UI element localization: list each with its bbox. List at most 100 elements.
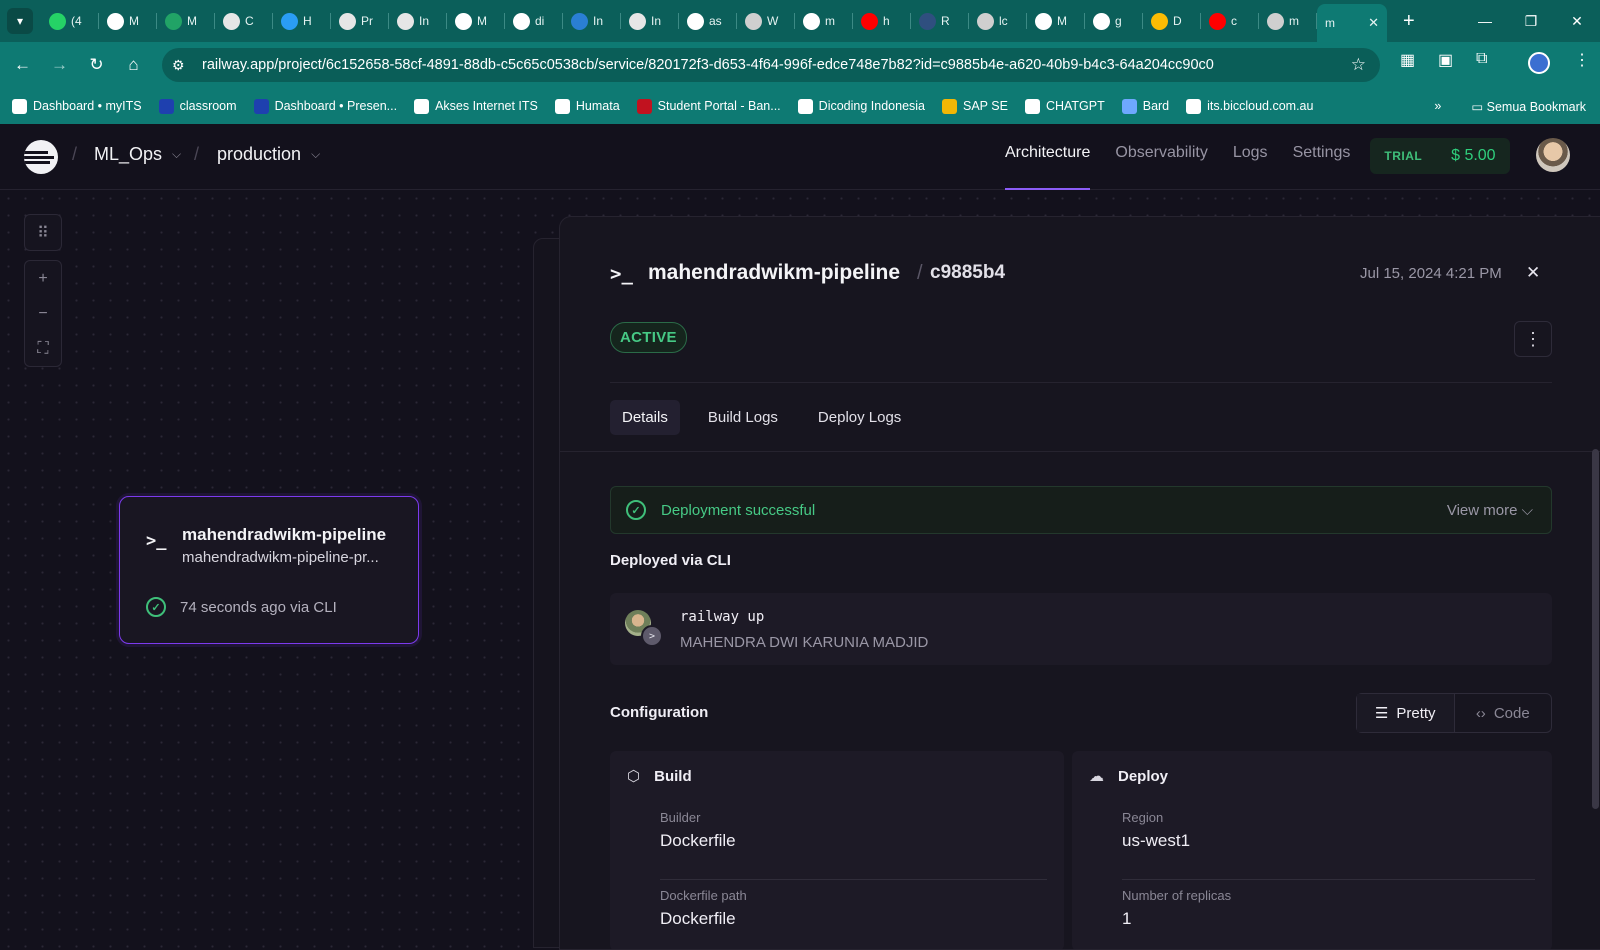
nav-architecture[interactable]: Architecture	[1005, 144, 1091, 190]
tab-details[interactable]: Details	[610, 400, 680, 435]
bookmark-item[interactable]: Student Portal - Ban...	[636, 98, 781, 114]
browser-tab[interactable]: M	[99, 0, 157, 42]
browser-tab[interactable]: (4	[41, 0, 99, 42]
browser-tab[interactable]: m	[795, 0, 853, 42]
browser-tab[interactable]: H	[273, 0, 331, 42]
tab-label: as	[709, 14, 722, 28]
browser-tab[interactable]: In	[389, 0, 447, 42]
project-selector[interactable]: ML_Ops ⌵	[94, 144, 181, 165]
all-bookmarks-label: Semua Bookmark	[1486, 99, 1586, 114]
nav-observability[interactable]: Observability	[1115, 144, 1207, 162]
browser-tab[interactable]: M	[1027, 0, 1085, 42]
more-options-icon[interactable]: ⋮	[1514, 321, 1552, 357]
deployment-status-message: Deployment successful	[661, 501, 816, 519]
minimize-icon[interactable]: —	[1462, 13, 1508, 29]
bookmark-item[interactable]: SAP SE	[942, 98, 1008, 114]
environment-selector[interactable]: production ⌵	[217, 144, 320, 165]
deployment-status-banner: ✓ Deployment successful View more ⌵	[610, 486, 1552, 534]
tab-search-button[interactable]: ▾	[7, 8, 33, 34]
bookmark-item[interactable]: classroom	[158, 98, 237, 114]
pretty-label: Pretty	[1396, 704, 1436, 722]
deploy-source-card: > railway up MAHENDRA DWI KARUNIA MADJID	[610, 593, 1552, 665]
browser-profile-avatar[interactable]	[1528, 52, 1550, 74]
zoom-in-icon[interactable]: +	[38, 261, 47, 296]
deploy-author: MAHENDRA DWI KARUNIA MADJID	[680, 634, 929, 651]
code-view-button[interactable]: ‹› Code	[1455, 694, 1552, 732]
forward-icon[interactable]: →	[41, 55, 78, 75]
close-window-icon[interactable]: ✕	[1554, 13, 1600, 30]
extension-icon[interactable]: ▦	[1400, 50, 1415, 70]
browser-tab[interactable]: lc	[969, 0, 1027, 42]
grid-menu-icon[interactable]: ⠿	[37, 215, 49, 250]
bookmark-item[interactable]: Dashboard • Presen...	[253, 98, 397, 114]
browser-tab[interactable]: W	[737, 0, 795, 42]
tab-build-logs[interactable]: Build Logs	[696, 400, 790, 435]
home-icon[interactable]: ⌂	[115, 55, 152, 75]
browser-tab[interactable]: M	[157, 0, 215, 42]
bookmark-item[interactable]: Akses Internet ITS	[414, 98, 538, 114]
browser-tab[interactable]: D	[1143, 0, 1201, 42]
trial-credit-badge[interactable]: TRIAL $ 5.00	[1370, 138, 1510, 174]
user-avatar[interactable]	[1536, 138, 1570, 172]
site-info-icon[interactable]: ⚙	[172, 57, 190, 74]
breadcrumb-separator: /	[194, 144, 200, 164]
translate-icon[interactable]: ▣	[1438, 50, 1453, 70]
browser-tab[interactable]: R	[911, 0, 969, 42]
canvas-menu: ⠿	[24, 214, 62, 251]
browser-tab[interactable]: as	[679, 0, 737, 42]
bookmark-label: SAP SE	[963, 99, 1008, 113]
address-bar[interactable]: ⚙ railway.app/project/6c152658-58cf-4891…	[162, 48, 1380, 82]
bookmark-item[interactable]: Bard	[1121, 98, 1169, 114]
replicas-label: Number of replicas	[1122, 888, 1232, 903]
back-icon[interactable]: ←	[4, 55, 41, 75]
new-tab-button[interactable]: +	[1403, 10, 1415, 33]
bookmark-item[interactable]: Dicoding Indonesia	[797, 98, 925, 114]
chrome-menu-icon[interactable]: ⋮	[1574, 50, 1590, 70]
railway-logo-icon[interactable]	[24, 140, 58, 174]
fit-view-icon[interactable]: ⛶	[37, 331, 48, 366]
close-icon[interactable]: ✕	[1526, 263, 1540, 283]
browser-tab[interactable]: h	[853, 0, 911, 42]
url-text[interactable]: railway.app/project/6c152658-58cf-4891-8…	[202, 57, 1214, 73]
tab-label: g	[1115, 14, 1122, 28]
bookmark-item[interactable]: CHATGPT	[1024, 98, 1105, 114]
browser-tab-strip: ▾ (4 M M C H Pr In Mdi In In as Wm h Rlc Mg Dc m m ✕ + — ❐…	[0, 0, 1600, 42]
bookmark-item[interactable]: Dashboard • myITS	[12, 98, 142, 114]
tab-deploy-logs[interactable]: Deploy Logs	[806, 400, 913, 435]
bookmark-item[interactable]: its.biccloud.com.au	[1186, 98, 1313, 114]
puzzle-icon[interactable]: ⧉	[1476, 50, 1487, 68]
panel-scrollbar[interactable]	[1590, 449, 1600, 819]
credit-amount: $ 5.00	[1451, 147, 1496, 164]
browser-tab[interactable]: In	[563, 0, 621, 42]
all-bookmarks-folder[interactable]: ▭ Semua Bookmark	[1471, 99, 1586, 114]
view-more-label: View more	[1446, 501, 1518, 519]
zoom-out-icon[interactable]: −	[38, 296, 47, 331]
service-card-domain: mahendradwikm-pipeline-pr...	[182, 549, 379, 566]
bookmark-favicon-icon	[942, 98, 957, 114]
browser-tab[interactable]: Pr	[331, 0, 389, 42]
view-more-button[interactable]: View more ⌵	[1447, 502, 1533, 519]
pretty-view-button[interactable]: ☰ Pretty	[1357, 694, 1455, 732]
nav-settings[interactable]: Settings	[1293, 144, 1351, 162]
browser-tab[interactable]: M	[447, 0, 505, 42]
more-bookmarks-icon[interactable]: »	[1434, 99, 1441, 113]
browser-tab[interactable]: g	[1085, 0, 1143, 42]
deployment-tabs: Details Build Logs Deploy Logs	[610, 400, 913, 435]
close-tab-icon[interactable]: ✕	[1368, 15, 1379, 31]
bookmark-star-icon[interactable]: ☆	[1351, 55, 1366, 75]
nav-logs[interactable]: Logs	[1233, 144, 1268, 162]
reload-icon[interactable]: ↻	[78, 55, 115, 75]
bookmark-favicon-icon	[253, 98, 269, 114]
service-card[interactable]: >_ mahendradwikm-pipeline mahendradwikm-…	[119, 496, 419, 644]
browser-tab[interactable]: C	[215, 0, 273, 42]
browser-tab[interactable]: m	[1259, 0, 1317, 42]
browser-tab[interactable]: In	[621, 0, 679, 42]
browser-tab-active[interactable]: m ✕	[1317, 4, 1387, 42]
browser-tab[interactable]: di	[505, 0, 563, 42]
divider	[560, 451, 1600, 452]
browser-tab[interactable]: c	[1201, 0, 1259, 42]
restore-icon[interactable]: ❐	[1508, 13, 1554, 30]
tab-label: h	[883, 14, 890, 28]
bookmark-label: Dashboard • myITS	[33, 99, 142, 113]
bookmark-item[interactable]: Humata	[554, 98, 620, 114]
